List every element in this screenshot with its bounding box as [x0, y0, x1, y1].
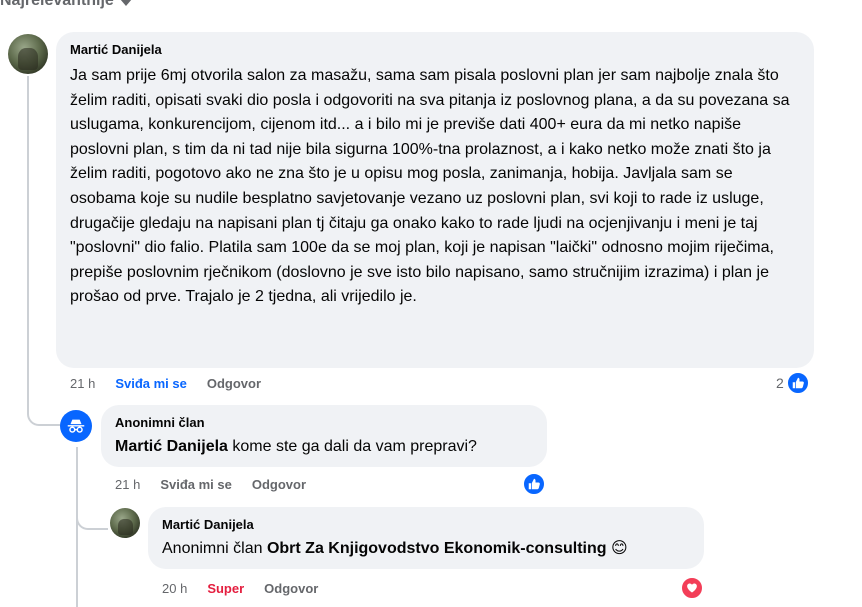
comment-time[interactable]: 21 h	[115, 477, 140, 492]
thread-connector	[76, 502, 108, 530]
comment-text-prefix: Anonimni član	[162, 540, 267, 557]
reaction-summary[interactable]: 2	[776, 372, 809, 394]
reply-button[interactable]: Odgovor	[252, 477, 306, 492]
caret-down-icon	[119, 0, 132, 6]
love-icon	[681, 577, 703, 599]
thread-line	[76, 447, 78, 607]
like-button[interactable]: Sviđa mi se	[160, 477, 232, 492]
comment-actions: 21 h Sviđa mi se Odgovor	[115, 477, 306, 492]
smile-emoji-icon: 😊	[610, 540, 628, 557]
sort-label: Najrelevantnije	[0, 0, 114, 9]
reply-button[interactable]: Odgovor	[207, 376, 261, 391]
comment-text-body: kome ste ga dali da vam prepravi?	[227, 438, 477, 455]
anonymous-avatar[interactable]	[60, 410, 92, 442]
reply-bubble: Anonimni član Martić Danijela kome ste g…	[101, 405, 547, 467]
comment-author[interactable]: Martić Danijela	[70, 42, 802, 58]
comment-actions: 20 h Super Odgovor	[162, 581, 318, 596]
incognito-icon	[67, 419, 85, 433]
thread-line	[27, 76, 29, 411]
sort-dropdown[interactable]: Najrelevantnije	[0, 0, 132, 10]
reply-bubble: Martić Danijela Anonimni član Obrt Za Kn…	[148, 507, 704, 569]
comment-time[interactable]: 21 h	[70, 376, 95, 391]
reaction-count: 2	[776, 375, 784, 391]
thread-connector	[27, 392, 61, 426]
comment-time[interactable]: 20 h	[162, 581, 187, 596]
like-icon	[523, 473, 545, 495]
comment-text: Martić Danijela kome ste ga dali da vam …	[115, 435, 537, 460]
comment-bubble: Martić Danijela Ja sam prije 6mj otvoril…	[56, 32, 814, 368]
avatar[interactable]	[110, 508, 140, 538]
avatar[interactable]	[8, 34, 48, 74]
mention-link[interactable]: Obrt Za Knjigovodstvo Ekonomik-consultin…	[267, 540, 607, 557]
comment-text: Anonimni član Obrt Za Knjigovodstvo Ekon…	[162, 537, 694, 562]
mention-link[interactable]: Martić Danijela	[115, 438, 228, 455]
like-icon	[786, 372, 809, 394]
reply-button[interactable]: Odgovor	[264, 581, 318, 596]
comment-author[interactable]: Martić Danijela	[162, 517, 694, 533]
comment-text: Ja sam prije 6mj otvorila salon za masaž…	[70, 67, 790, 306]
love-button[interactable]: Super	[207, 581, 244, 596]
reaction-summary[interactable]	[681, 577, 703, 599]
like-button[interactable]: Sviđa mi se	[115, 376, 187, 391]
reaction-summary[interactable]	[523, 473, 545, 495]
comment-actions: 21 h Sviđa mi se Odgovor	[70, 376, 261, 391]
comment-author[interactable]: Anonimni član	[115, 415, 537, 431]
